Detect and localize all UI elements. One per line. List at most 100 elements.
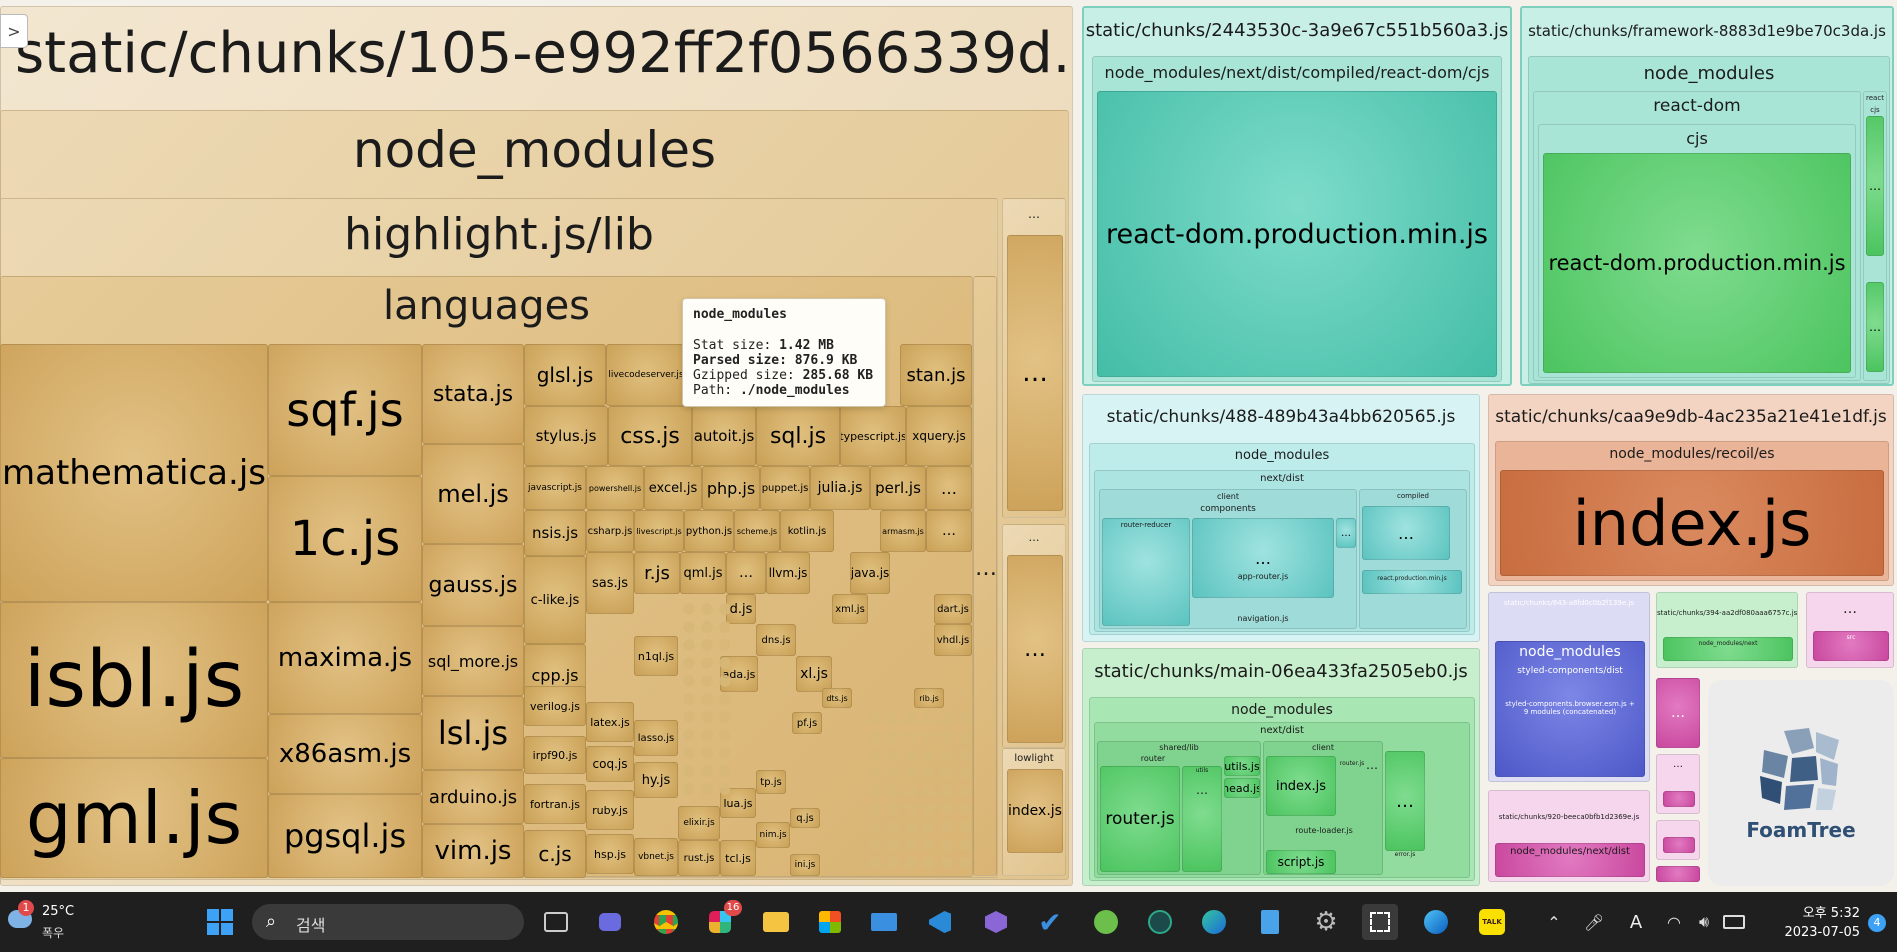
- framework-react-inner[interactable]: …: [1866, 116, 1884, 256]
- chunk-pink-a-inner[interactable]: src: [1813, 631, 1889, 661]
- recoil-index[interactable]: index.js: [1500, 470, 1884, 576]
- main-client-index[interactable]: index.js: [1266, 756, 1336, 816]
- c643-node-modules[interactable]: node_modules styled-components/dist styl…: [1495, 641, 1645, 777]
- chunk-pink-e[interactable]: [1656, 866, 1700, 882]
- c488-node-modules[interactable]: node_modules next/dist client components…: [1089, 443, 1475, 635]
- snipping-tool-icon[interactable]: [1362, 904, 1398, 940]
- file-xl[interactable]: xl.js: [796, 656, 832, 692]
- file-llvm[interactable]: llvm.js: [766, 552, 810, 594]
- file-dns[interactable]: dns.js: [756, 624, 796, 656]
- file-irpf90[interactable]: irpf90.js: [524, 736, 586, 774]
- file-typescript[interactable]: typescript.js: [840, 406, 906, 466]
- battery-icon[interactable]: [1716, 904, 1752, 940]
- chunk-2443530c[interactable]: static/chunks/2443530c-3a9e67c551b560a3.…: [1082, 6, 1512, 386]
- file-excel[interactable]: excel.js: [644, 466, 702, 510]
- slack-icon[interactable]: 16: [702, 900, 742, 940]
- file-sql[interactable]: sql.js: [756, 406, 840, 466]
- file-fortran[interactable]: fortran.js: [524, 784, 586, 824]
- c488-client[interactable]: client components router-reducer … app-r…: [1099, 489, 1357, 629]
- side-group-1[interactable]: … …: [1002, 198, 1066, 518]
- file-dart[interactable]: dart.js: [934, 594, 972, 624]
- file-stan[interactable]: stan.js: [900, 344, 972, 406]
- clock[interactable]: 오후 5:32 2023-07-05: [1770, 902, 1860, 940]
- store-icon[interactable]: [812, 904, 848, 940]
- c488-compiled-inner[interactable]: …: [1362, 506, 1450, 560]
- file-sas[interactable]: sas.js: [586, 552, 634, 614]
- file-latex[interactable]: latex.js: [586, 702, 634, 742]
- file-scheme[interactable]: scheme.js: [734, 510, 780, 552]
- file-q[interactable]: q.js: [790, 808, 820, 828]
- file-vim[interactable]: vim.js: [422, 824, 524, 878]
- chunk-pink-b[interactable]: …: [1656, 678, 1700, 748]
- file-coq[interactable]: coq.js: [586, 746, 634, 782]
- file-livecodeserver[interactable]: livecodeserver.js: [606, 344, 686, 406]
- file-explorer-icon[interactable]: [758, 904, 794, 940]
- framework-cjs[interactable]: cjs react-dom.production.min.js: [1538, 124, 1856, 378]
- file-dts[interactable]: dts.js: [822, 688, 852, 708]
- chunk-pink-c[interactable]: …: [1656, 754, 1700, 814]
- file-javascript[interactable]: javascript.js: [524, 466, 586, 510]
- react-dom-production-b[interactable]: react-dom.production.min.js: [1543, 153, 1851, 373]
- file-stylus[interactable]: stylus.js: [524, 406, 608, 466]
- settings-gear-icon[interactable]: ⚙: [1308, 904, 1344, 940]
- file-gauss[interactable]: gauss.js: [422, 544, 524, 626]
- file-vbnet[interactable]: vbnet.js: [634, 838, 678, 876]
- main-script-js[interactable]: script.js: [1266, 850, 1336, 874]
- main-router-js[interactable]: router.js: [1100, 766, 1180, 872]
- file-r[interactable]: r.js: [634, 552, 680, 594]
- mail-icon[interactable]: [866, 904, 902, 940]
- taskbar-search[interactable]: ⌕ 검색: [252, 904, 524, 940]
- file-x86asm[interactable]: x86asm.js: [268, 714, 422, 794]
- file-java[interactable]: java.js: [850, 552, 890, 594]
- file-c[interactable]: c.js: [524, 830, 586, 878]
- file-gml[interactable]: gml.js: [0, 758, 268, 878]
- main-head-js[interactable]: head.js: [1224, 778, 1260, 798]
- chat-icon[interactable]: [592, 904, 628, 940]
- file-armasm[interactable]: armasm.js: [880, 510, 926, 552]
- chevron-up-icon[interactable]: ⌃: [1536, 904, 1572, 940]
- file-isbl[interactable]: isbl.js: [0, 602, 268, 758]
- file-pgsql[interactable]: pgsql.js: [268, 794, 422, 878]
- react-dom-cjs-group[interactable]: node_modules/next/dist/compiled/react-do…: [1092, 56, 1502, 382]
- file-ini[interactable]: ini.js: [790, 854, 820, 876]
- react-dom-production-a[interactable]: react-dom.production.min.js: [1097, 91, 1497, 377]
- file-livescript[interactable]: livescript.js: [634, 510, 684, 552]
- chunk-394[interactable]: static/chunks/394-aa2df080aaa6757c.js no…: [1656, 592, 1798, 668]
- file-tp[interactable]: tp.js: [756, 770, 786, 794]
- c488-next-dist[interactable]: next/dist client components router-reduc…: [1094, 470, 1470, 632]
- file-csharp[interactable]: csharp.js: [586, 510, 634, 552]
- c488-app-router[interactable]: …: [1192, 518, 1334, 598]
- chunk-920[interactable]: static/chunks/920-beeca0bfb1d2369e.js no…: [1488, 790, 1650, 882]
- sidebar-toggle-button[interactable]: >: [0, 14, 28, 48]
- ellipsis-2[interactable]: …: [926, 510, 972, 552]
- file-ruby[interactable]: ruby.js: [586, 790, 634, 830]
- framework-react-dom[interactable]: react-dom cjs react-dom.production.min.j…: [1533, 91, 1861, 381]
- file-elixir[interactable]: elixir.js: [678, 806, 720, 840]
- file-xquery[interactable]: xquery.js: [906, 406, 972, 466]
- file-stata[interactable]: stata.js: [422, 344, 524, 444]
- file-maxima[interactable]: maxima.js: [268, 602, 422, 714]
- file-rust[interactable]: rust.js: [678, 840, 720, 876]
- ellipsis-3[interactable]: …: [726, 552, 766, 594]
- c488-compiled[interactable]: compiled … react.production.min.js: [1359, 489, 1467, 629]
- file-1c[interactable]: 1c.js: [268, 476, 422, 602]
- file-autoit[interactable]: autoit.js: [692, 406, 756, 466]
- file-hsp[interactable]: hsp.js: [586, 834, 634, 874]
- file-nsis[interactable]: nsis.js: [524, 510, 586, 556]
- side-group-2-inner[interactable]: …: [1007, 555, 1063, 743]
- recoil-es-group[interactable]: node_modules/recoil/es index.js: [1495, 441, 1889, 581]
- main-next-dist[interactable]: next/dist shared/lib router router.js ut…: [1094, 722, 1470, 878]
- ellipsis-1[interactable]: …: [926, 466, 972, 510]
- lowlight-group[interactable]: lowlight index.js: [1002, 748, 1066, 876]
- file-glsl[interactable]: glsl.js: [524, 344, 606, 406]
- file-d[interactable]: d.js: [726, 594, 756, 624]
- leaf-app-icon[interactable]: [1088, 904, 1124, 940]
- file-lasso[interactable]: lasso.js: [634, 720, 678, 756]
- c488-client-side[interactable]: …: [1336, 518, 1356, 548]
- main-node-modules[interactable]: node_modules next/dist shared/lib router…: [1089, 697, 1475, 881]
- framework-react-inner-2[interactable]: …: [1866, 282, 1884, 372]
- chunk-643[interactable]: static/chunks/643-a8fd0c0b2f139e.js node…: [1488, 592, 1650, 782]
- chunk-pink-c-inner[interactable]: [1663, 791, 1695, 807]
- chunk-pink-d-inner[interactable]: [1663, 837, 1695, 853]
- file-powershell[interactable]: powershell.js: [586, 466, 644, 510]
